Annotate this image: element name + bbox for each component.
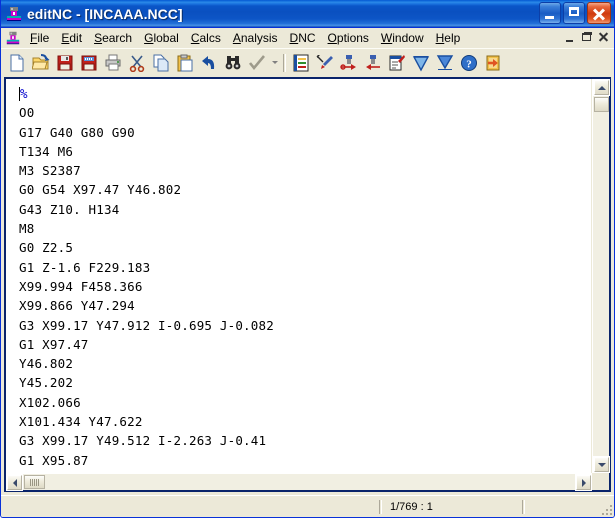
thumb-grip (25, 476, 44, 488)
menu-item-calcs[interactable]: Calcs (185, 29, 227, 47)
edit-page-icon[interactable] (385, 51, 409, 74)
menu-item-options[interactable]: Options (322, 29, 375, 47)
menu-item-search[interactable]: Search (88, 29, 138, 47)
print-icon[interactable] (101, 51, 125, 74)
code-line: G1 Z-1.6 F229.183 (19, 259, 151, 275)
help-question-icon[interactable]: ? (457, 51, 481, 74)
program-start-marker: % (20, 86, 28, 101)
document-window: % O0 G17 G40 G80 G90 T134 M6 M3 S2387 G0… (4, 77, 611, 492)
menu-item-window[interactable]: Window (375, 29, 430, 47)
resize-grip[interactable] (600, 503, 612, 515)
dropdown-arrow-icon[interactable] (269, 51, 280, 74)
code-line: O0 (19, 105, 35, 121)
menu-item-global[interactable]: Global (138, 29, 185, 47)
code-line: X99.994 F458.366 (19, 278, 143, 294)
maximize-button[interactable] (563, 2, 585, 24)
menu-item-help[interactable]: Help (430, 29, 467, 47)
scroll-right-button[interactable] (575, 474, 592, 491)
code-line: G3 X99.17 Y49.512 I-2.263 J-0.41 (19, 433, 267, 449)
main-toolbar: ? (1, 48, 614, 76)
tool-left-icon[interactable] (361, 51, 385, 74)
menu-item-edit[interactable]: Edit (55, 29, 88, 47)
copy-icon[interactable] (149, 51, 173, 74)
code-line: X101.434 Y47.622 (19, 414, 143, 430)
paste-clipboard-icon[interactable] (173, 51, 197, 74)
menu-bar: File Edit Search Global Calcs Analysis D… (1, 28, 614, 48)
horizontal-scroll-thumb[interactable] (24, 475, 45, 489)
mdi-minimize-button[interactable] (562, 30, 578, 45)
save-all-floppy-icon[interactable] (77, 51, 101, 74)
mdi-close-button[interactable] (596, 30, 612, 45)
cursor-position-pane: 1/769 : 1 (390, 500, 433, 513)
code-editor[interactable]: % O0 G17 G40 G80 G90 T134 M6 M3 S2387 G0… (6, 79, 592, 473)
code-line: G3 X99.17 Y47.912 I-0.695 J-0.082 (19, 317, 274, 333)
code-line: X99.866 Y47.294 (19, 298, 135, 314)
tool-right-icon[interactable] (337, 51, 361, 74)
menu-item-dnc[interactable]: DNC (284, 29, 322, 47)
scrollbar-corner (592, 473, 609, 490)
horizontal-scrollbar[interactable] (6, 473, 592, 491)
code-text[interactable]: % O0 G17 G40 G80 G90 T134 M6 M3 S2387 G0… (6, 79, 591, 473)
close-button[interactable] (587, 2, 611, 24)
backplot-icon[interactable] (313, 51, 337, 74)
save-floppy-icon[interactable] (53, 51, 77, 74)
code-line: M8 (19, 221, 35, 237)
funnel-up-icon[interactable] (409, 51, 433, 74)
code-line: T134 M6 (19, 143, 74, 159)
code-line: Y46.802 (19, 356, 74, 372)
vertical-scrollbar[interactable] (592, 79, 610, 473)
chevron-left-icon (12, 478, 17, 487)
funnel-down-icon[interactable] (433, 51, 457, 74)
code-line: G0 Z2.5 (19, 240, 74, 256)
vertical-scroll-thumb[interactable] (594, 97, 609, 112)
scroll-left-button[interactable] (6, 474, 23, 491)
menu-item-analysis[interactable]: Analysis (227, 29, 284, 47)
new-file-icon[interactable] (5, 51, 29, 74)
code-line: G43 Z10. H134 (19, 201, 120, 217)
status-message-pane (1, 499, 379, 515)
cut-scissors-icon[interactable] (125, 51, 149, 74)
chevron-right-icon (581, 478, 586, 487)
menu-item-file[interactable]: File (24, 29, 55, 47)
scroll-down-button[interactable] (593, 456, 610, 473)
code-line: G1 X97.47 (19, 336, 89, 352)
undo-arrow-icon[interactable] (197, 51, 221, 74)
exit-door-icon[interactable] (481, 51, 505, 74)
editnc-main-window: editNC - [INCAAA.NCC] File Edit Search G… (0, 0, 615, 518)
document-system-menu-icon[interactable] (5, 30, 21, 46)
title-bar: editNC - [INCAAA.NCC] (1, 0, 614, 28)
code-line: G1 X95.87 (19, 452, 89, 468)
code-line: M3 S2387 (19, 163, 81, 179)
mdi-child-buttons (562, 30, 612, 45)
svg-text:?: ? (466, 58, 472, 70)
checkmark-icon (245, 51, 269, 74)
code-line: X102.066 (19, 394, 81, 410)
chevron-up-icon (597, 85, 606, 90)
mdi-restore-button[interactable] (579, 30, 595, 45)
code-line: G0 G54 X97.47 Y46.802 (19, 182, 182, 198)
caption-buttons (539, 2, 611, 24)
code-line: Y45.202 (19, 375, 74, 391)
mdi-client-area: % O0 G17 G40 G80 G90 T134 M6 M3 S2387 G0… (1, 77, 614, 492)
chevron-down-icon (597, 462, 606, 467)
toolbar-separator (283, 53, 286, 72)
scroll-up-button[interactable] (593, 79, 610, 96)
code-line: G17 G40 G80 G90 (19, 124, 135, 140)
window-title: editNC - [INCAAA.NCC] (27, 5, 183, 22)
minimize-button[interactable] (539, 2, 561, 24)
status-bar: 1/769 : 1 (1, 495, 614, 517)
list-report-icon[interactable] (289, 51, 313, 74)
open-folder-icon[interactable] (29, 51, 53, 74)
app-icon (5, 5, 23, 23)
find-binoculars-icon[interactable] (221, 51, 245, 74)
